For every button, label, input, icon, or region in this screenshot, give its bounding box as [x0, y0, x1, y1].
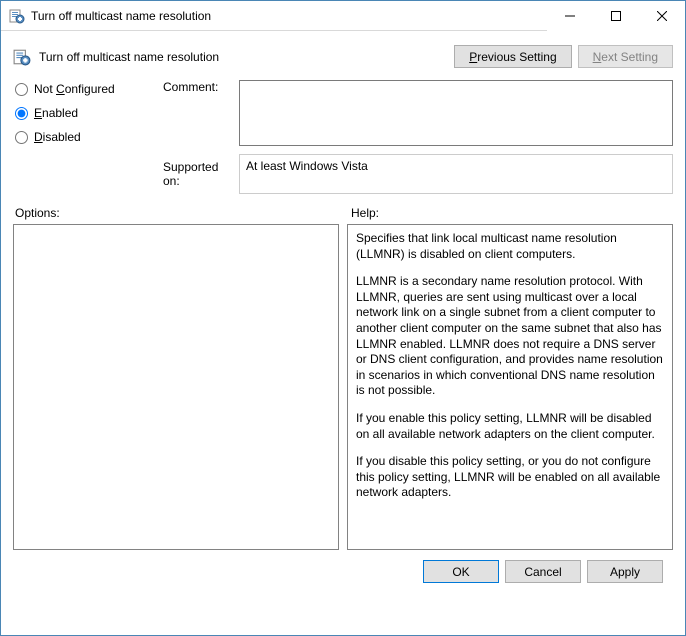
help-panel[interactable]: Specifies that link local multicast name… — [347, 224, 673, 550]
help-paragraph: Specifies that link local multicast name… — [356, 231, 664, 262]
ok-button[interactable]: OK — [423, 560, 499, 583]
disabled-label: Disabled — [34, 130, 81, 144]
enabled-radio-input[interactable] — [15, 107, 28, 120]
apply-button[interactable]: Apply — [587, 560, 663, 583]
supported-on-box: At least Windows Vista — [239, 154, 673, 194]
enabled-radio[interactable]: Enabled — [15, 106, 157, 120]
policy-title: Turn off multicast name resolution — [39, 50, 454, 64]
disabled-radio-input[interactable] — [15, 131, 28, 144]
supported-on-label: Supported on: — [163, 160, 233, 188]
cancel-button[interactable]: Cancel — [505, 560, 581, 583]
not-configured-radio-input[interactable] — [15, 83, 28, 96]
disabled-radio[interactable]: Disabled — [15, 130, 157, 144]
options-label: Options: — [15, 206, 351, 220]
maximize-button[interactable] — [593, 1, 639, 31]
help-paragraph: If you enable this policy setting, LLMNR… — [356, 411, 664, 442]
minimize-button[interactable] — [547, 1, 593, 31]
close-button[interactable] — [639, 1, 685, 31]
options-panel — [13, 224, 339, 550]
not-configured-radio[interactable]: Not Configured — [15, 82, 157, 96]
help-paragraph: If you disable this policy setting, or y… — [356, 454, 664, 501]
help-paragraph: LLMNR is a secondary name resolution pro… — [356, 274, 664, 399]
policy-icon — [13, 48, 31, 66]
policy-icon — [9, 8, 25, 24]
titlebar[interactable]: Turn off multicast name resolution — [1, 1, 685, 31]
window-title: Turn off multicast name resolution — [31, 9, 547, 23]
enabled-label: Enabled — [34, 106, 78, 120]
help-label: Help: — [351, 206, 379, 220]
supported-on-value: At least Windows Vista — [246, 159, 368, 173]
comment-textarea[interactable] — [239, 80, 673, 146]
next-setting-button: Next Setting — [578, 45, 673, 68]
previous-setting-button[interactable]: Previous Setting — [454, 45, 571, 68]
not-configured-label: Not Configured — [34, 82, 115, 96]
comment-label: Comment: — [163, 80, 233, 94]
